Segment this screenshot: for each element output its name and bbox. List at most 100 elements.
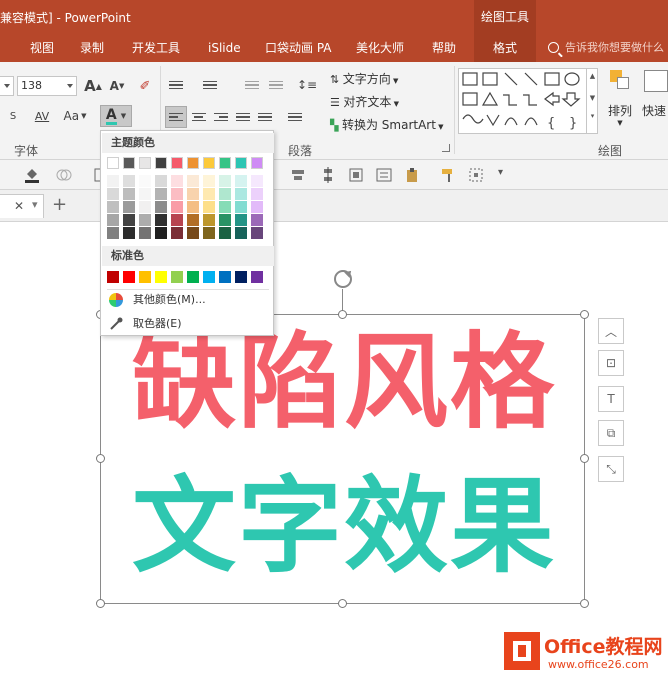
convert-smartart-button[interactable]: ▚ 转换为 SmartArt ▼ (330, 116, 444, 133)
shapes-gallery-scroll[interactable]: ▲ ▼ ▾ (586, 68, 598, 134)
font-size-combo[interactable]: 138 (17, 76, 77, 96)
standard-color-swatch[interactable] (107, 271, 119, 283)
justify-button[interactable] (232, 106, 254, 128)
quick-styles-button[interactable]: 快速 (642, 70, 668, 130)
selection-pane-icon[interactable] (468, 167, 484, 183)
theme-color-shade-swatch[interactable] (251, 227, 263, 239)
theme-color-shade-swatch[interactable] (171, 201, 183, 213)
customize-toolbar-icon[interactable]: ▾ (498, 167, 514, 183)
theme-color-swatch[interactable] (203, 157, 215, 169)
align-right-button[interactable] (210, 106, 232, 128)
theme-color-shade-swatch[interactable] (219, 201, 231, 213)
tab-record[interactable]: 录制 (80, 34, 104, 62)
theme-color-shade-swatch[interactable] (155, 201, 167, 213)
bullets-button[interactable] (166, 74, 186, 96)
theme-color-swatch[interactable] (123, 157, 135, 169)
theme-color-shade-swatch[interactable] (251, 214, 263, 226)
tab-developer[interactable]: 开发工具 (132, 34, 180, 62)
shape-format-button[interactable]: ⧉ (598, 420, 624, 446)
resize-handle[interactable] (580, 599, 589, 608)
standard-color-swatch[interactable] (235, 271, 247, 283)
eyedropper-item[interactable]: 取色器(E) (107, 313, 267, 335)
theme-color-shade-swatch[interactable] (171, 227, 183, 239)
decrease-indent-button[interactable] (242, 74, 262, 96)
theme-color-shade-swatch[interactable] (203, 214, 215, 226)
add-tab-icon[interactable]: + (52, 196, 67, 214)
change-case-button[interactable]: Aa ▼ (60, 105, 90, 127)
theme-color-shade-swatch[interactable] (203, 175, 215, 187)
theme-color-shade-swatch[interactable] (235, 214, 247, 226)
theme-color-shade-swatch[interactable] (107, 188, 119, 200)
theme-color-shade-swatch[interactable] (203, 227, 215, 239)
theme-color-shade-swatch[interactable] (123, 201, 135, 213)
theme-color-shade-swatch[interactable] (219, 227, 231, 239)
theme-color-shade-swatch[interactable] (251, 201, 263, 213)
align-objects-icon[interactable] (290, 167, 306, 183)
theme-color-swatch[interactable] (171, 157, 183, 169)
tab-help[interactable]: 帮助 (432, 34, 456, 62)
theme-color-shade-swatch[interactable] (155, 227, 167, 239)
tab-pocket-animation[interactable]: 口袋动画 PA (265, 34, 332, 62)
resize-handle[interactable] (96, 454, 105, 463)
theme-color-shade-swatch[interactable] (107, 175, 119, 187)
layout-options-button[interactable]: ︿ (598, 318, 624, 344)
theme-color-shade-swatch[interactable] (235, 175, 247, 187)
paragraph-launcher-icon[interactable] (442, 144, 450, 152)
theme-color-shade-swatch[interactable] (123, 188, 135, 200)
theme-color-shade-swatch[interactable] (155, 188, 167, 200)
theme-color-shade-swatch[interactable] (139, 214, 151, 226)
theme-color-shade-swatch[interactable] (171, 175, 183, 187)
theme-color-shade-swatch[interactable] (187, 188, 199, 200)
theme-color-swatch[interactable] (187, 157, 199, 169)
increase-font-button[interactable]: A ▲ (82, 75, 104, 97)
theme-color-shade-swatch[interactable] (235, 227, 247, 239)
char-spacing-button[interactable]: AV (28, 105, 56, 127)
tell-me-search[interactable]: 告诉我你想要做什么 (548, 39, 668, 57)
document-tab[interactable]: ✕ ▾ (0, 194, 44, 218)
group-icon[interactable] (348, 167, 364, 183)
standard-color-swatch[interactable] (171, 271, 183, 283)
theme-color-shade-swatch[interactable] (251, 175, 263, 187)
theme-color-shade-swatch[interactable] (187, 201, 199, 213)
resize-button[interactable]: ⤡ (598, 456, 624, 482)
theme-color-shade-swatch[interactable] (107, 214, 119, 226)
shadow-button[interactable]: S (2, 105, 24, 127)
theme-color-shade-swatch[interactable] (251, 188, 263, 200)
theme-color-shade-swatch[interactable] (123, 227, 135, 239)
tab-format[interactable]: 格式 (474, 34, 536, 62)
align-left-button[interactable] (165, 106, 187, 128)
columns-button[interactable] (284, 106, 306, 128)
theme-color-shade-swatch[interactable] (139, 175, 151, 187)
resize-handle[interactable] (580, 454, 589, 463)
theme-color-swatch[interactable] (251, 157, 263, 169)
standard-color-swatch[interactable] (219, 271, 231, 283)
align-text-button[interactable]: ☰ 对齐文本 ▼ (330, 93, 399, 110)
chevron-down-icon[interactable]: ▾ (32, 198, 38, 211)
distribute-icon[interactable] (320, 167, 336, 183)
tab-view[interactable]: 视图 (30, 34, 54, 62)
standard-color-swatch[interactable] (187, 271, 199, 283)
font-color-button[interactable]: A ▼ (100, 105, 132, 127)
standard-color-swatch[interactable] (203, 271, 215, 283)
font-name-combo[interactable] (0, 76, 14, 96)
paste-icon[interactable] (404, 167, 420, 183)
standard-color-swatch[interactable] (251, 271, 263, 283)
theme-color-shade-swatch[interactable] (203, 201, 215, 213)
resize-handle[interactable] (338, 599, 347, 608)
align-center-button[interactable] (188, 106, 210, 128)
position-button[interactable]: ⊡ (598, 350, 624, 376)
theme-color-shade-swatch[interactable] (139, 188, 151, 200)
theme-color-swatch[interactable] (155, 157, 167, 169)
clear-formatting-button[interactable]: ✐ (134, 75, 156, 97)
standard-color-swatch[interactable] (123, 271, 135, 283)
headline-line-2[interactable]: 文字效果 (104, 466, 584, 586)
theme-color-shade-swatch[interactable] (123, 214, 135, 226)
arrange-button[interactable]: 排列 ▼ (606, 70, 634, 130)
shapes-icon[interactable]: { } (459, 69, 587, 133)
rotate-handle-icon[interactable] (334, 270, 352, 288)
distributed-button[interactable] (254, 106, 276, 128)
theme-color-swatch[interactable] (219, 157, 231, 169)
theme-color-shade-swatch[interactable] (235, 201, 247, 213)
close-icon[interactable]: ✕ (14, 199, 24, 213)
tab-beautify-master[interactable]: 美化大师 (356, 34, 404, 62)
